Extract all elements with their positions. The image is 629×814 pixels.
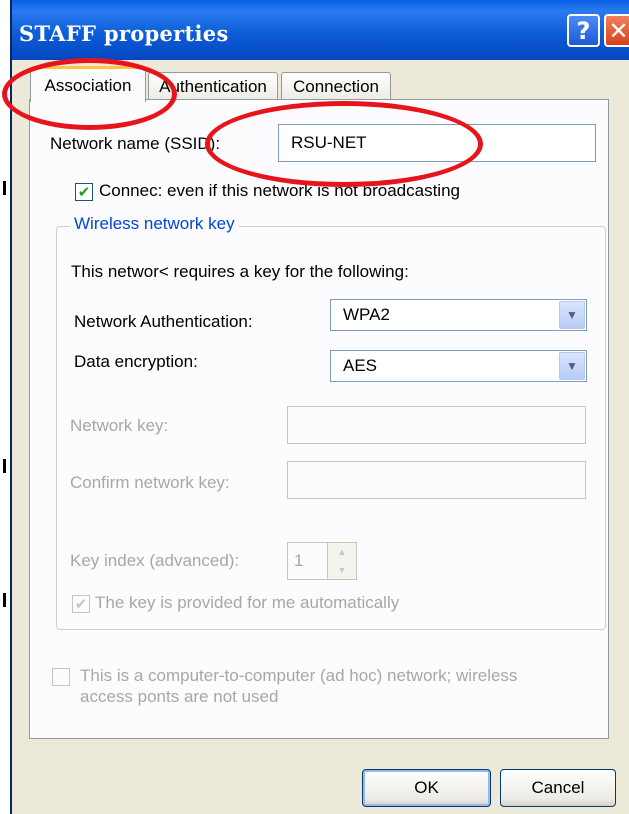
- close-button[interactable]: ✕: [604, 14, 629, 47]
- key-index-spinner[interactable]: ▲ ▼: [327, 542, 357, 580]
- data-encryption-select[interactable]: AES ▼: [330, 350, 587, 382]
- cancel-button[interactable]: Cancel: [500, 769, 616, 807]
- confirm-network-key-label: Confirm network key:: [70, 473, 230, 492]
- data-encryption-value: AES: [343, 356, 378, 375]
- spin-down-icon[interactable]: ▼: [338, 565, 347, 575]
- network-key-label: Network key:: [70, 416, 169, 435]
- key-index-label: Key index (advanced):: [70, 551, 240, 570]
- tab-authentication[interactable]: Authentication: [148, 72, 278, 100]
- connect-broadcast-label: Connec: even if this network is not broa…: [99, 181, 460, 200]
- help-button[interactable]: ?: [567, 14, 600, 47]
- chevron-down-icon[interactable]: ▼: [559, 301, 585, 329]
- window-title: STAFF properties: [19, 21, 229, 46]
- ssid-value: RSU-NET: [291, 133, 367, 152]
- cancel-button-label: Cancel: [531, 778, 585, 797]
- ok-button-label: OK: [414, 778, 439, 797]
- tab-authentication-label: Authentication: [159, 76, 267, 96]
- network-authentication-label: Network Authentication:: [74, 312, 253, 331]
- adhoc-label-line2: access ponts are not used: [80, 687, 279, 706]
- confirm-network-key-field[interactable]: [287, 461, 586, 499]
- edge-mark: [3, 181, 6, 195]
- auto-key-label: The key is provided for me automatically: [95, 593, 400, 612]
- tab-association-label: Association: [44, 75, 132, 95]
- tab-connection[interactable]: Connection: [281, 72, 391, 100]
- properties-dialog: STAFF properties ? ✕ Association Authent…: [10, 0, 629, 814]
- network-key-field[interactable]: [287, 406, 586, 444]
- spin-up-icon[interactable]: ▲: [338, 547, 347, 557]
- adhoc-label-line1: This is a computer-to-computer (ad hoc) …: [80, 666, 518, 685]
- tab-connection-label: Connection: [292, 76, 379, 96]
- auto-key-checkbox[interactable]: ✔: [72, 595, 90, 613]
- chevron-down-icon[interactable]: ▼: [559, 352, 585, 380]
- title-bar[interactable]: STAFF properties ? ✕: [12, 0, 629, 60]
- network-authentication-value: WPA2: [343, 305, 390, 324]
- key-index-field[interactable]: 1: [287, 542, 331, 580]
- data-encryption-label: Data encryption:: [74, 352, 198, 371]
- wireless-key-group-title: Wireless network key: [70, 214, 239, 234]
- network-authentication-select[interactable]: WPA2 ▼: [330, 299, 587, 331]
- edge-mark: [3, 593, 6, 607]
- tab-association[interactable]: Association: [30, 66, 146, 102]
- adhoc-checkbox[interactable]: [52, 668, 70, 686]
- key-requirement-text: This networ< requires a key for the foll…: [71, 262, 409, 281]
- connect-broadcast-checkbox[interactable]: ✔: [75, 183, 93, 201]
- ok-button[interactable]: OK: [362, 769, 491, 807]
- edge-mark: [3, 459, 6, 473]
- ssid-field[interactable]: RSU-NET: [278, 124, 596, 162]
- ssid-label: Network name (SSID):: [50, 134, 221, 153]
